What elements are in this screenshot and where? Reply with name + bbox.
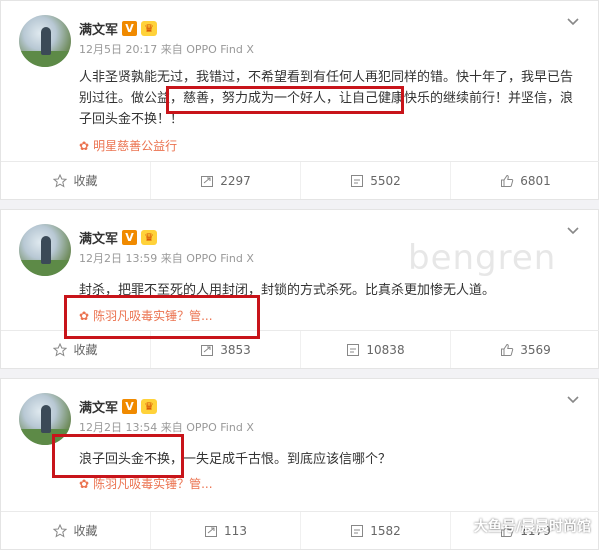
post-time[interactable]: 12月5日 20:17 (79, 43, 157, 56)
author-row: 满文军 V ♛ (79, 228, 158, 247)
post-toolbar: 收藏 2297 5502 6801 (1, 161, 599, 199)
vip-crown-icon: ♛ (141, 21, 158, 36)
like-count: 3569 (520, 342, 551, 357)
repost-icon (205, 525, 218, 537)
post-source: 来自 OPPO Find X (160, 421, 254, 434)
comment-icon (351, 524, 364, 537)
author-row: 满文军 V ♛ (79, 19, 158, 38)
comment-button[interactable]: 10838 (301, 331, 451, 368)
repost-count: 113 (224, 523, 247, 538)
chevron-down-icon[interactable] (566, 391, 580, 405)
comment-icon (351, 174, 364, 187)
verified-icon: V (122, 399, 138, 414)
post-source: 来自 OPPO Find X (160, 43, 254, 56)
post-source: 来自 OPPO Find X (160, 252, 254, 265)
favorite-label: 收藏 (73, 343, 98, 357)
comment-button[interactable]: 5502 (301, 162, 451, 199)
star-icon (53, 523, 68, 538)
vip-crown-icon: ♛ (141, 230, 158, 245)
favorite-label: 收藏 (73, 524, 98, 538)
like-button[interactable]: 6801 (451, 162, 599, 199)
chevron-down-icon[interactable] (566, 222, 580, 236)
verified-icon: V (122, 21, 138, 36)
post-meta: 12月2日 13:54 来自 OPPO Find X (79, 419, 254, 435)
author-name[interactable]: 满文军 (79, 397, 118, 416)
repost-count: 2297 (220, 173, 251, 188)
highlight-box (52, 434, 184, 478)
post-meta: 12月5日 20:17 来自 OPPO Find X (79, 41, 254, 57)
author-row: 满文军 V ♛ (79, 397, 158, 416)
topic-link[interactable]: ✿ 明星慈善公益行 (79, 137, 177, 154)
repost-button[interactable]: 2297 (151, 162, 301, 199)
author-name[interactable]: 满文军 (79, 19, 118, 38)
comment-button[interactable]: 1582 (301, 512, 451, 549)
post-meta: 12月2日 13:59 来自 OPPO Find X (79, 250, 254, 266)
thumbs-up-icon (501, 174, 514, 187)
repost-count: 3853 (220, 342, 251, 357)
source-credit: 大鱼号/晨晨时尚馆 (473, 519, 591, 535)
repost-icon (201, 175, 214, 187)
author-name[interactable]: 满文军 (79, 228, 118, 247)
topic-label: 明星慈善公益行 (93, 139, 178, 153)
comment-icon (347, 343, 360, 356)
verified-icon: V (122, 230, 138, 245)
repost-icon (201, 344, 214, 356)
watermark: bengren (408, 238, 557, 278)
topic-icon: ✿ (79, 138, 90, 153)
highlight-box (64, 295, 260, 339)
topic-icon: ✿ (79, 476, 90, 491)
avatar[interactable] (19, 224, 71, 276)
star-icon (53, 173, 68, 188)
comment-count: 1582 (370, 523, 401, 538)
highlight-box (166, 86, 404, 114)
favorite-button[interactable]: 收藏 (1, 512, 151, 549)
vip-crown-icon: ♛ (141, 399, 158, 414)
star-icon (53, 342, 68, 357)
chevron-down-icon[interactable] (566, 13, 580, 27)
weibo-post: 满文军 V ♛ 12月2日 13:59 来自 OPPO Find X 封杀，把罪… (0, 209, 599, 369)
like-count: 6801 (520, 173, 551, 188)
comment-count: 5502 (370, 173, 401, 188)
repost-button[interactable]: 113 (151, 512, 301, 549)
like-button[interactable]: 3569 (451, 331, 599, 368)
thumbs-up-icon (501, 343, 514, 356)
favorite-label: 收藏 (73, 174, 98, 188)
post-time[interactable]: 12月2日 13:59 (79, 252, 157, 265)
avatar[interactable] (19, 15, 71, 67)
post-time[interactable]: 12月2日 13:54 (79, 421, 157, 434)
comment-count: 10838 (366, 342, 405, 357)
favorite-button[interactable]: 收藏 (1, 162, 151, 199)
